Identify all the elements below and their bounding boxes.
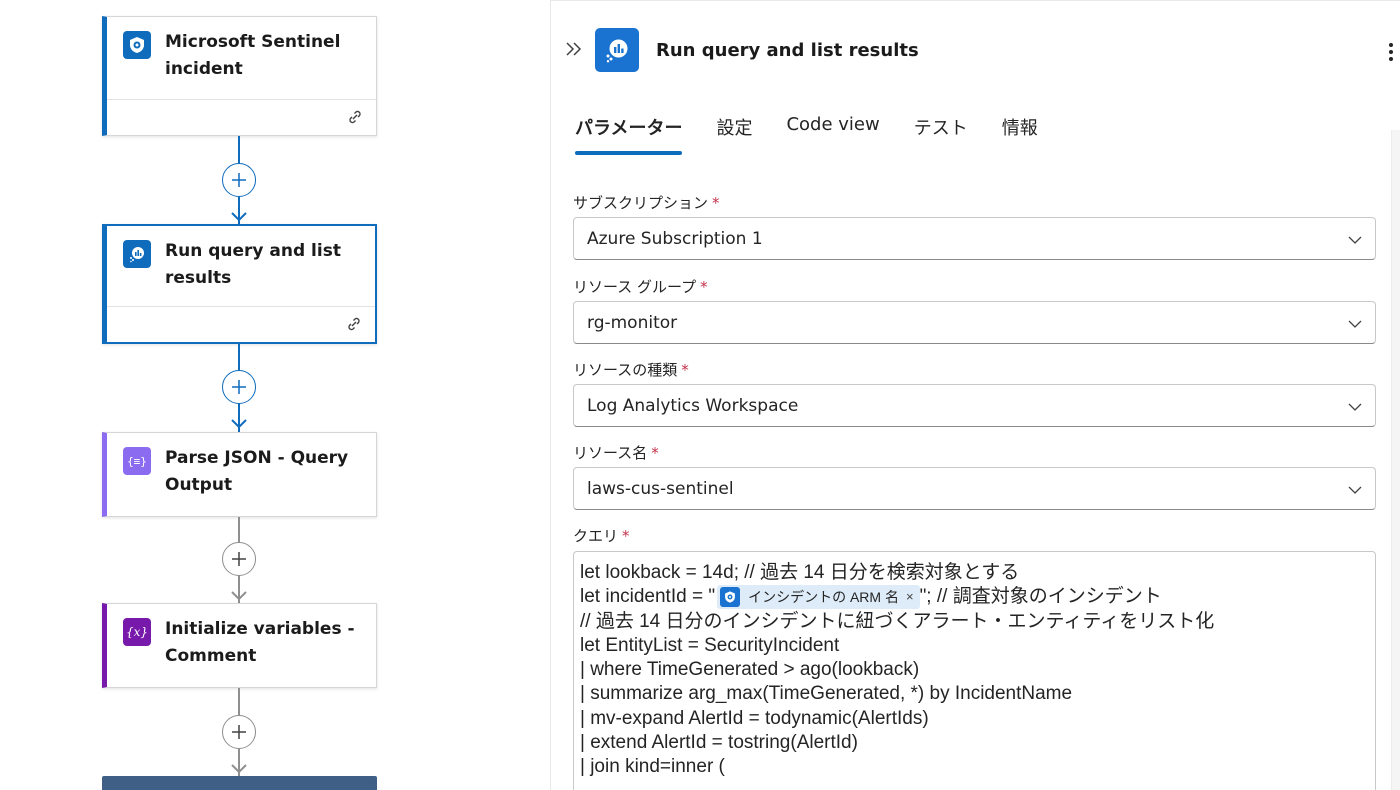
label-text: リソースの種類 bbox=[573, 361, 678, 379]
arrow-down-icon bbox=[231, 212, 247, 222]
query-label: クエリ * bbox=[573, 525, 630, 546]
card-footer bbox=[107, 99, 376, 135]
link-icon bbox=[349, 110, 361, 124]
card-initialize-variables[interactable]: {x} Initialize variables - Comment bbox=[102, 603, 377, 688]
sentinel-shield-icon bbox=[123, 31, 151, 59]
add-step-button[interactable] bbox=[222, 715, 256, 749]
card-parse-json[interactable]: {≡} Parse JSON - Query Output bbox=[102, 432, 377, 517]
label-text: クエリ bbox=[573, 527, 619, 545]
label-text: リソース名 bbox=[573, 444, 648, 462]
log-analytics-icon bbox=[595, 28, 639, 72]
required-marker: * bbox=[622, 527, 630, 545]
tab-code-view[interactable]: Code view bbox=[786, 114, 879, 156]
designer-canvas: Microsoft Sentinel incident Run query an… bbox=[0, 0, 551, 790]
card-next-step[interactable] bbox=[102, 776, 377, 790]
divider bbox=[551, 0, 1400, 1]
selected-value: Log Analytics Workspace bbox=[587, 396, 799, 416]
query-text: "; // 調査対象のインシデント bbox=[919, 586, 1162, 608]
query-line: | summarize arg_max(TimeGenerated, *) by… bbox=[580, 683, 1073, 705]
resource-name-dropdown[interactable]: laws-cus-sentinel bbox=[573, 467, 1376, 510]
subscription-label: サブスクリプション * bbox=[573, 192, 720, 213]
remove-token-button[interactable]: × bbox=[906, 585, 914, 609]
resource-type-dropdown[interactable]: Log Analytics Workspace bbox=[573, 384, 1376, 427]
more-options-icon[interactable] bbox=[1386, 40, 1396, 64]
query-line: | where TimeGenerated > ago(lookback) bbox=[580, 659, 920, 681]
query-line: let incidentId = " インシデントの ARM 名 × "; // 調査… bbox=[580, 585, 1375, 610]
tab-about[interactable]: 情報 bbox=[1002, 114, 1038, 156]
required-marker: * bbox=[712, 194, 720, 212]
variable-icon: {x} bbox=[123, 618, 151, 646]
selected-value: laws-cus-sentinel bbox=[587, 479, 734, 499]
label-text: サブスクリプション bbox=[573, 194, 709, 212]
log-analytics-icon bbox=[123, 240, 151, 268]
card-sentinel-incident[interactable]: Microsoft Sentinel incident bbox=[102, 16, 377, 136]
subscription-dropdown[interactable]: Azure Subscription 1 bbox=[573, 217, 1376, 260]
scrollbar[interactable] bbox=[1391, 130, 1400, 790]
card-title: Run query and list results bbox=[165, 241, 341, 288]
query-line: // 過去 14 日分のインシデントに紐づくアラート・エンティティをリスト化 bbox=[580, 610, 1215, 632]
query-line: let EntityList = SecurityIncident bbox=[580, 634, 840, 656]
chevron-down-icon bbox=[1348, 236, 1362, 244]
details-panel: Run query and list results パラメーター 設定 Cod… bbox=[551, 0, 1400, 790]
sentinel-shield-icon bbox=[720, 587, 741, 608]
query-line: | extend AlertId = tostring(AlertId) bbox=[580, 732, 858, 754]
dynamic-content-token[interactable]: インシデントの ARM 名 × bbox=[717, 585, 920, 610]
query-text: let incidentId = " bbox=[580, 586, 716, 608]
plus-icon bbox=[232, 380, 246, 394]
arrow-down-icon bbox=[231, 764, 247, 774]
resource-group-dropdown[interactable]: rg-monitor bbox=[573, 301, 1376, 344]
resource-type-label: リソースの種類 * bbox=[573, 359, 689, 380]
tab-settings[interactable]: 設定 bbox=[716, 114, 752, 156]
label-text: リソース グループ bbox=[573, 278, 697, 296]
query-line: | join kind=inner ( bbox=[580, 756, 725, 778]
parse-json-icon: {≡} bbox=[123, 447, 151, 475]
card-footer bbox=[107, 306, 375, 342]
arrow-down-icon bbox=[231, 591, 247, 601]
resource-group-label: リソース グループ * bbox=[573, 276, 708, 297]
required-marker: * bbox=[651, 444, 659, 462]
add-step-button[interactable] bbox=[222, 370, 256, 404]
token-label: インシデントの ARM 名 bbox=[748, 589, 899, 606]
required-marker: * bbox=[700, 278, 708, 296]
link-icon bbox=[348, 317, 360, 331]
query-line: let lookback = 14d; // 過去 14 日分を検索対象とする bbox=[580, 562, 1020, 583]
add-step-button[interactable] bbox=[222, 542, 256, 576]
plus-icon bbox=[232, 552, 246, 566]
arrow-down-icon bbox=[231, 419, 247, 429]
collapse-panel-button[interactable] bbox=[563, 38, 585, 60]
panel-title: Run query and list results bbox=[656, 40, 919, 61]
tab-bar: パラメーター 設定 Code view テスト 情報 bbox=[575, 114, 1072, 156]
resource-name-label: リソース名 * bbox=[573, 442, 659, 463]
card-title: Initialize variables - Comment bbox=[165, 619, 355, 666]
selected-value: rg-monitor bbox=[587, 313, 678, 333]
chevron-down-icon bbox=[1348, 403, 1362, 411]
tab-parameters[interactable]: パラメーター bbox=[575, 114, 683, 156]
card-title: Parse JSON - Query Output bbox=[165, 448, 349, 495]
tab-test[interactable]: テスト bbox=[914, 114, 968, 156]
add-step-button[interactable] bbox=[222, 163, 256, 197]
plus-icon bbox=[232, 725, 246, 739]
selected-value: Azure Subscription 1 bbox=[587, 229, 763, 249]
plus-icon bbox=[232, 173, 246, 187]
query-editor[interactable]: let lookback = 14d; // 過去 14 日分を検索対象とする … bbox=[573, 551, 1376, 790]
card-run-query[interactable]: Run query and list results bbox=[102, 224, 377, 344]
card-title: Microsoft Sentinel incident bbox=[165, 32, 341, 79]
chevron-down-icon bbox=[1348, 320, 1362, 328]
required-marker: * bbox=[681, 361, 689, 379]
chevron-down-icon bbox=[1348, 486, 1362, 494]
query-line: | mv-expand AlertId = todynamic(AlertIds… bbox=[580, 707, 929, 729]
